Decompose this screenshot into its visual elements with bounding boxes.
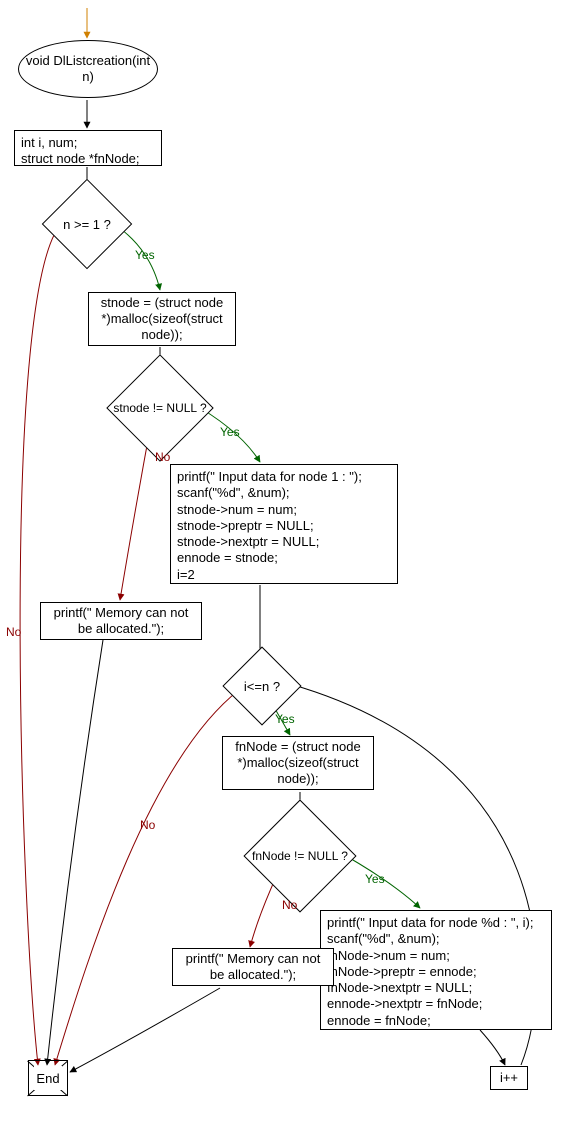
edge-label-yes: Yes: [275, 712, 295, 726]
flowchart-canvas: void DlListcreation(int n) int i, num; s…: [0, 0, 565, 1121]
init-fn-line-7: ennode = fnNode;: [327, 1013, 534, 1029]
malloc-st-line-3: node));: [141, 327, 182, 342]
edge-label-no: No: [155, 450, 170, 464]
init-fn-line-4: fnNode->preptr = ennode;: [327, 964, 534, 980]
decision-label: stnode != NULL ?: [122, 370, 198, 446]
decl-line-1: int i, num;: [21, 135, 140, 151]
init-fn-line-2: scanf("%d", &num);: [327, 931, 534, 947]
malloc-fn-line-1: fnNode = (struct node: [235, 739, 360, 754]
process-increment-i: i++: [490, 1066, 528, 1090]
mem-err1-line-1: printf(" Memory can not: [54, 605, 189, 620]
decision-label: fnNode != NULL ?: [260, 816, 340, 896]
process-init-fnnode: printf(" Input data for node %d : ", i);…: [320, 910, 552, 1030]
init-st-line-4: stnode->preptr = NULL;: [177, 518, 362, 534]
decision-stnode-not-null: stnode != NULL ?: [122, 370, 198, 446]
decision-loop-i-le-n: i<=n ?: [234, 658, 290, 714]
decl-line-2: struct node *fnNode;: [21, 151, 140, 167]
edge-label-yes: Yes: [365, 872, 385, 886]
terminal-text: void DlListcreation(int n): [25, 53, 151, 86]
edge-label-no: No: [282, 898, 297, 912]
process-init-stnode: printf(" Input data for node 1 : "); sca…: [170, 464, 398, 584]
process-malloc-stnode: stnode = (struct node *)malloc(sizeof(st…: [88, 292, 236, 346]
init-st-line-6: ennode = stnode;: [177, 550, 362, 566]
malloc-st-line-2: *)malloc(sizeof(struct: [101, 311, 222, 326]
end-text: End: [34, 1066, 62, 1090]
init-fn-line-5: fnNode->nextptr = NULL;: [327, 980, 534, 996]
init-st-line-1: printf(" Input data for node 1 : ");: [177, 469, 362, 485]
malloc-fn-line-2: *)malloc(sizeof(struct: [237, 755, 358, 770]
init-fn-line-6: ennode->nextptr = fnNode;: [327, 996, 534, 1012]
process-declarations: int i, num; struct node *fnNode;: [14, 130, 162, 166]
edge-label-yes: Yes: [220, 425, 240, 439]
edge-label-no: No: [6, 625, 21, 639]
init-st-line-3: stnode->num = num;: [177, 502, 362, 518]
mem-err2-line-2: be allocated.");: [210, 967, 296, 982]
init-st-line-2: scanf("%d", &num);: [177, 485, 362, 501]
malloc-st-line-1: stnode = (struct node: [101, 295, 224, 310]
malloc-fn-line-3: node));: [277, 771, 318, 786]
edge-label-yes: Yes: [135, 248, 155, 262]
mem-err2-line-1: printf(" Memory can not: [186, 951, 321, 966]
process-memory-error-2: printf(" Memory can not be allocated.");: [172, 948, 334, 986]
process-malloc-fnnode: fnNode = (struct node *)malloc(sizeof(st…: [222, 736, 374, 790]
decision-fnnode-not-null: fnNode != NULL ?: [260, 816, 340, 896]
init-fn-line-3: fnNode->num = num;: [327, 948, 534, 964]
terminal-end: End: [28, 1060, 68, 1096]
process-memory-error-1: printf(" Memory can not be allocated.");: [40, 602, 202, 640]
init-st-line-5: stnode->nextptr = NULL;: [177, 534, 362, 550]
decision-label: i<=n ?: [234, 658, 290, 714]
terminal-function-signature: void DlListcreation(int n): [18, 40, 158, 98]
decision-label: n >= 1 ?: [55, 192, 119, 256]
edge-label-no: No: [140, 818, 155, 832]
mem-err1-line-2: be allocated.");: [78, 621, 164, 636]
decision-n-ge-1: n >= 1 ?: [55, 192, 119, 256]
init-st-line-7: i=2: [177, 567, 362, 583]
init-fn-line-1: printf(" Input data for node %d : ", i);: [327, 915, 534, 931]
incr-text: i++: [500, 1070, 518, 1086]
